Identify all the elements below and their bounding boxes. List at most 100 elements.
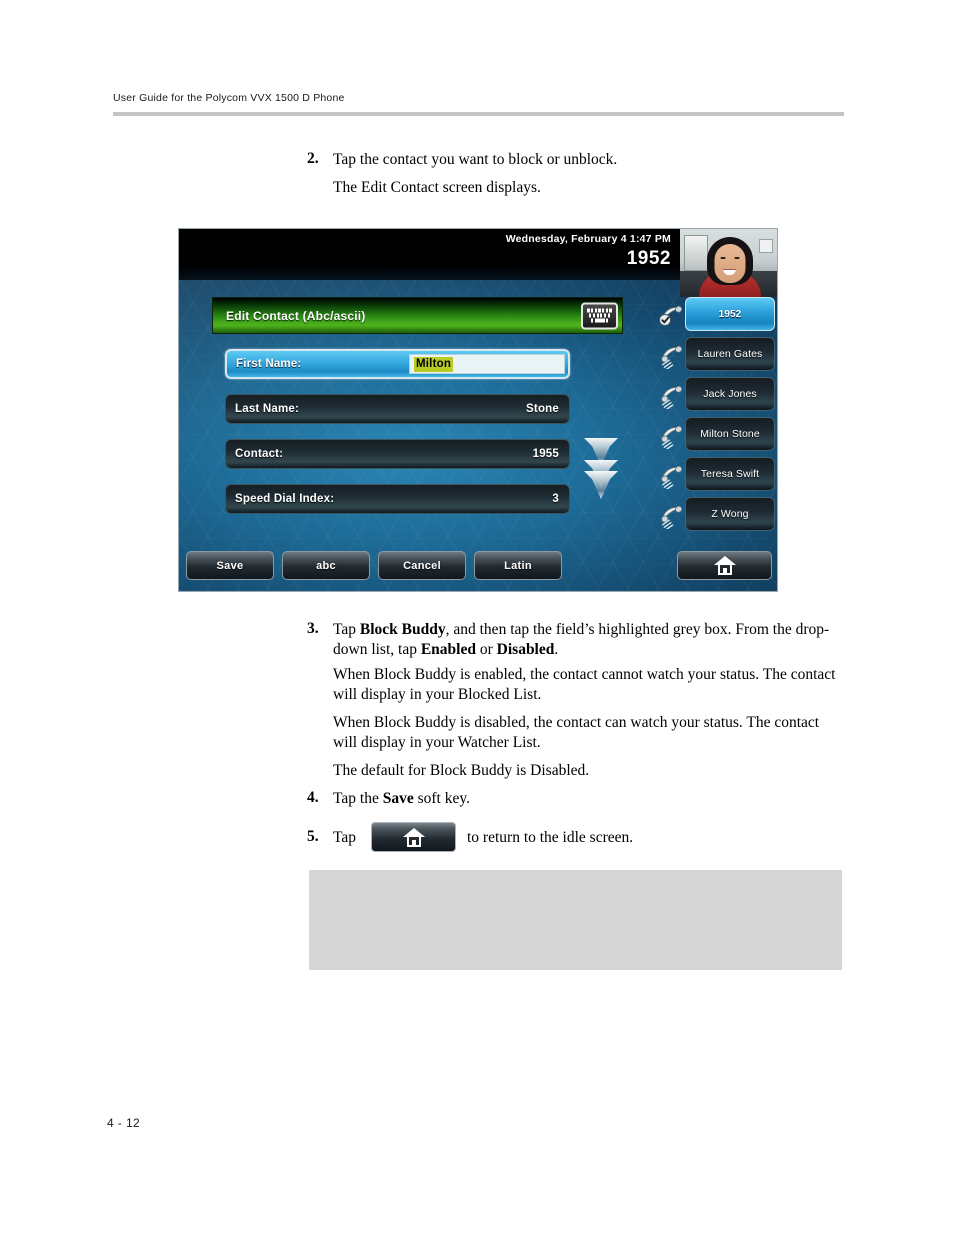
field-speed-dial-index-value: 3 (552, 493, 559, 505)
header-divider (113, 112, 844, 116)
scroll-arrow-3 (584, 471, 618, 499)
softkey-latin[interactable]: Latin (474, 551, 562, 580)
step-3-paragraph-3: The default for Block Buddy is Disabled. (333, 762, 590, 779)
softkey-latin-label: Latin (504, 559, 532, 572)
running-header: User Guide for the Polycom VVX 1500 D Ph… (113, 92, 844, 116)
step-3-text-d: . (554, 641, 559, 659)
home-icon (713, 556, 736, 575)
handset-icon (661, 425, 683, 449)
edit-contact-title-bar: Edit Contact (Abc/ascii) (212, 297, 623, 334)
step-4-text-b: soft key. (413, 790, 470, 807)
step-3-text-c: or (475, 641, 497, 659)
running-header-text: User Guide for the Polycom VVX 1500 D Ph… (113, 92, 345, 104)
line-key-z-wong-label: Z Wong (711, 508, 749, 520)
step-3-paragraph-1: When Block Buddy is enabled, the contact… (333, 666, 836, 704)
step-5-text-b: to return to the idle screen. (467, 829, 634, 846)
field-contact-value: 1955 (532, 448, 559, 460)
field-first-name-label: First Name: (236, 358, 302, 370)
line-key-teresa-swift-button[interactable]: Teresa Swift (685, 457, 775, 491)
field-last-name-label: Last Name: (235, 403, 299, 415)
softkey-abc[interactable]: abc (282, 551, 370, 580)
scroll-down-icon[interactable] (581, 438, 621, 510)
step-5: 5. Tap (307, 828, 356, 848)
line-key-list: 1952 Lauren Gates Jack Jones Milton Ston… (656, 297, 777, 537)
line-key-jack-jones[interactable]: Jack Jones (656, 377, 777, 411)
line-key-milton-stone-label: Milton Stone (700, 428, 760, 440)
line-key-jack-jones-button[interactable]: Jack Jones (685, 377, 775, 411)
step-5-text-a: Tap (333, 829, 357, 846)
keyboard-row (587, 313, 612, 318)
keyboard-row (587, 308, 612, 313)
phone-screen-figure: Wednesday, February 4 1:47 PM 1952 Edit … (178, 228, 778, 592)
step-3-number: 3. (307, 620, 319, 637)
handset-icon (661, 345, 683, 369)
line-key-lauren-gates[interactable]: Lauren Gates (656, 337, 777, 371)
line-key-lauren-gates-label: Lauren Gates (697, 348, 763, 360)
line-key-teresa-swift[interactable]: Teresa Swift (656, 457, 777, 491)
line-key-1952-button[interactable]: 1952 (685, 297, 775, 331)
video-wall-panel-2 (759, 239, 773, 253)
status-datetime: Wednesday, February 4 1:47 PM (505, 233, 671, 245)
keyboard-glyph (587, 308, 612, 323)
field-contact-label: Contact: (235, 448, 284, 460)
phone-status-bar: Wednesday, February 4 1:47 PM 1952 (179, 229, 680, 280)
line-key-lauren-gates-button[interactable]: Lauren Gates (685, 337, 775, 371)
step-4-bold-save: Save (382, 790, 414, 807)
video-person-face (714, 244, 745, 283)
step-2-text: Tap the contact you want to block or unb… (333, 151, 618, 168)
softkey-home[interactable] (677, 551, 772, 580)
step-3-text: Tap Block Buddy, and then tap the field’… (333, 620, 847, 661)
handset-icon (661, 385, 683, 409)
step-4-text: Tap the Save soft key. (333, 789, 470, 809)
home-icon (402, 827, 425, 847)
line-key-milton-stone-button[interactable]: Milton Stone (685, 417, 775, 451)
inline-home-button[interactable] (371, 822, 456, 852)
step-2: 2. Tap the contact you want to block or … (307, 150, 847, 170)
video-person-mouth (723, 269, 736, 275)
video-self-view[interactable] (680, 229, 777, 297)
video-person-eye-left (720, 257, 725, 259)
line-key-z-wong-button[interactable]: Z Wong (685, 497, 775, 531)
step-2-subtext: The Edit Contact screen displays. (333, 179, 541, 196)
step-3: 3. Tap Block Buddy, and then tap the fie… (307, 620, 847, 661)
softkey-cancel[interactable]: Cancel (378, 551, 466, 580)
handset-icon (661, 465, 683, 489)
keyboard-row (587, 318, 612, 323)
field-speed-dial-index[interactable]: Speed Dial Index: 3 (225, 484, 570, 514)
step-3-bold-disabled: Disabled (496, 641, 555, 659)
step-3-paragraph-2: When Block Buddy is disabled, the contac… (333, 714, 820, 752)
step-4: 4. Tap the Save soft key. (307, 789, 847, 809)
step-3-text-a: Tap (333, 621, 360, 638)
softkey-abc-label: abc (316, 559, 336, 572)
softkey-save-label: Save (216, 559, 244, 572)
page-number: 4 - 12 (107, 1116, 141, 1130)
video-wall-panel (684, 235, 708, 271)
field-last-name[interactable]: Last Name: Stone (225, 394, 570, 424)
status-extension: 1952 (626, 248, 671, 269)
step-3-bold-enabled: Enabled (420, 641, 476, 659)
field-first-name[interactable]: First Name: Milton (225, 349, 570, 379)
step-3-bold-block-buddy: Block Buddy (359, 621, 446, 638)
step-5-number: 5. (307, 828, 319, 845)
field-first-name-input[interactable]: Milton (409, 354, 565, 374)
edit-contact-title: Edit Contact (Abc/ascii) (226, 308, 366, 323)
line-key-z-wong[interactable]: Z Wong (656, 497, 777, 531)
softkey-save[interactable]: Save (186, 551, 274, 580)
step-4-text-a: Tap the (333, 790, 383, 807)
field-first-name-value: Milton (414, 357, 454, 372)
field-speed-dial-index-label: Speed Dial Index: (235, 493, 335, 505)
line-key-milton-stone[interactable]: Milton Stone (656, 417, 777, 451)
step-2-number: 2. (307, 150, 319, 167)
step-4-number: 4. (307, 789, 319, 806)
line-key-jack-jones-label: Jack Jones (703, 388, 757, 400)
field-contact[interactable]: Contact: 1955 (225, 439, 570, 469)
field-last-name-value: Stone (526, 403, 559, 415)
grey-placeholder-box (309, 870, 842, 970)
softkey-cancel-label: Cancel (403, 559, 441, 572)
video-person-eye-right (734, 257, 739, 259)
keyboard-icon[interactable] (581, 302, 618, 329)
line-key-1952[interactable]: 1952 (656, 297, 777, 331)
handset-icon (661, 505, 683, 529)
soft-key-bar: Save abc Cancel Latin (179, 545, 777, 591)
line-key-teresa-swift-label: Teresa Swift (700, 468, 760, 480)
